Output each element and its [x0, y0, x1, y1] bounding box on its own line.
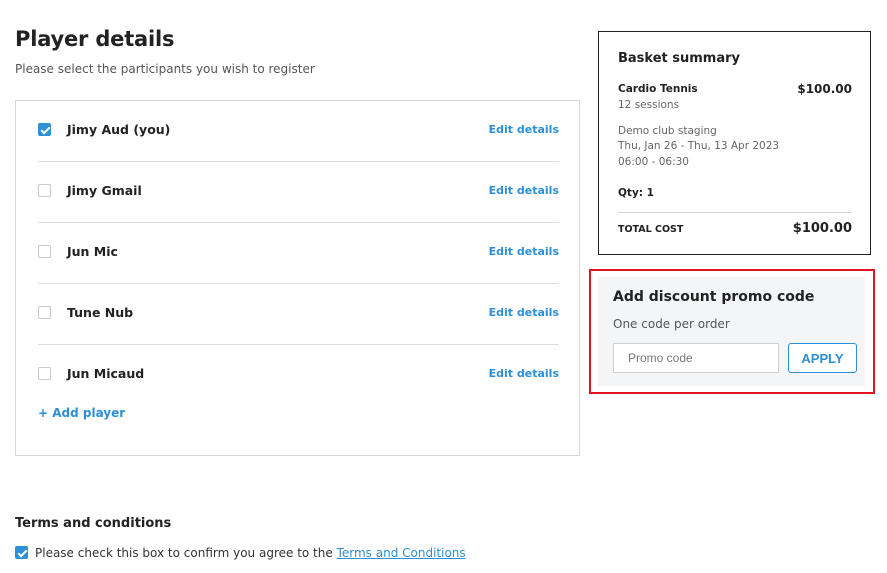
terms-text: Please check this box to confirm you agr… — [35, 546, 466, 560]
player-list: Jimy Aud (you) Edit details Jimy Gmail E… — [15, 100, 580, 456]
terms-checkbox[interactable] — [15, 546, 28, 559]
edit-details-link[interactable]: Edit details — [489, 123, 559, 136]
promo-subtitle: One code per order — [613, 317, 730, 331]
course-name: Cardio Tennis — [618, 83, 698, 95]
player-row: Tune Nub Edit details — [38, 284, 559, 345]
player-name: Tune Nub — [67, 305, 134, 320]
player-row: Jun Mic Edit details — [38, 223, 559, 284]
course-price: $100.00 — [797, 82, 852, 96]
player-name: Jun Mic — [67, 244, 118, 259]
basket-divider — [618, 212, 851, 213]
player-name: Jun Micaud — [67, 366, 145, 381]
player-checkbox-jun-micaud[interactable] — [38, 367, 51, 380]
player-checkbox-tune-nub[interactable] — [38, 306, 51, 319]
add-player-link[interactable]: + Add player — [38, 406, 125, 420]
player-checkbox-jimy-aud[interactable] — [38, 123, 51, 136]
player-name: Jimy Aud (you) — [67, 122, 171, 137]
course-times: 06:00 - 06:30 — [618, 156, 689, 168]
course-dates: Thu, Jan 26 - Thu, 13 Apr 2023 — [618, 140, 780, 152]
basket-title: Basket summary — [618, 51, 741, 66]
basket-summary: Basket summary Cardio Tennis $100.00 12 … — [598, 31, 871, 255]
player-row: Jimy Gmail Edit details — [38, 162, 559, 223]
promo-title: Add discount promo code — [613, 289, 815, 305]
total-cost-value: $100.00 — [792, 221, 852, 236]
edit-details-link[interactable]: Edit details — [489, 245, 559, 258]
player-name: Jimy Gmail — [67, 183, 142, 198]
apply-button[interactable]: APPLY — [788, 343, 857, 373]
terms-label: Please check this box to confirm you agr… — [35, 546, 337, 560]
edit-details-link[interactable]: Edit details — [489, 367, 559, 380]
club-name: Demo club staging — [618, 125, 717, 137]
promo-code-input[interactable] — [613, 343, 779, 373]
terms-title: Terms and conditions — [15, 516, 172, 531]
promo-code-panel: Add discount promo code One code per ord… — [598, 277, 865, 386]
page-title: Player details — [15, 27, 175, 51]
quantity: Qty: 1 — [618, 187, 654, 199]
player-row: Jun Micaud Edit details — [38, 345, 559, 406]
player-row: Jimy Aud (you) Edit details — [38, 101, 559, 162]
page-subtitle: Please select the participants you wish … — [15, 62, 315, 76]
player-checkbox-jimy-gmail[interactable] — [38, 184, 51, 197]
session-count: 12 sessions — [618, 99, 680, 111]
edit-details-link[interactable]: Edit details — [489, 306, 559, 319]
player-checkbox-jun-mic[interactable] — [38, 245, 51, 258]
terms-link[interactable]: Terms and Conditions — [337, 546, 466, 560]
total-cost-label: TOTAL COST — [618, 224, 684, 235]
edit-details-link[interactable]: Edit details — [489, 184, 559, 197]
